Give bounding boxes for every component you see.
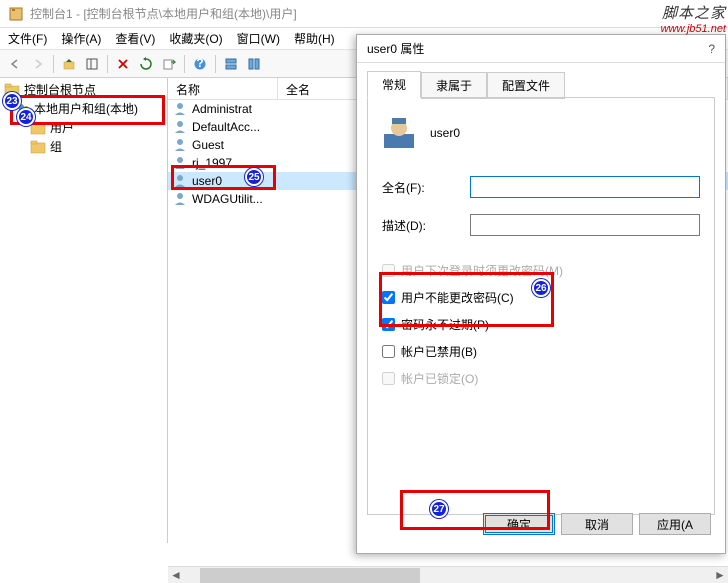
svg-text:?: ? [196,57,203,70]
check-never-expire[interactable]: 密码永不过期(P) [382,316,700,333]
checkbox-disabled[interactable] [382,345,395,358]
menu-help[interactable]: 帮助(H) [294,30,335,47]
check-label: 帐户已锁定(O) [401,370,478,387]
refresh-button[interactable] [135,53,157,75]
watermark-en: www.jb51.net [661,23,726,35]
watermark-cn: 脚本之家 [661,2,726,23]
tabpage-general: user0 全名(F): 描述(D): 用户下次登录时须更改密码(M) [367,97,715,515]
tree-groups[interactable]: 组 [2,137,165,156]
tile-v-button[interactable] [243,53,265,75]
checkbox-must-change [382,264,395,277]
tree-local-users-groups[interactable]: 本地用户和组(本地) [2,99,165,118]
tab-profile[interactable]: 配置文件 [487,72,565,99]
toolbar-sep [107,55,108,73]
tree-label: 本地用户和组(本地) [34,100,138,117]
tabstrip: 常规 隶属于 配置文件 [367,71,715,98]
menu-window[interactable]: 窗口(W) [237,30,280,47]
tab-general[interactable]: 常规 [367,71,421,98]
label-fullname: 全名(F): [382,179,462,196]
menu-fav[interactable]: 收藏夹(O) [169,30,222,47]
fullname-input[interactable] [470,176,700,198]
check-label: 密码永不过期(P) [401,316,489,333]
tab-memberof[interactable]: 隶属于 [421,72,487,99]
user-header: user0 [382,116,700,150]
nav-back-button[interactable] [4,53,26,75]
menu-action[interactable]: 操作(A) [61,30,101,47]
show-hide-button[interactable] [81,53,103,75]
delete-button[interactable] [112,53,134,75]
check-label: 用户下次登录时须更改密码(M) [401,262,563,279]
apply-button[interactable]: 应用(A [639,513,711,535]
user-icon [382,116,416,150]
check-disabled[interactable]: 帐户已禁用(B) [382,343,700,360]
check-cant-change[interactable]: 用户不能更改密码(C) [382,289,700,306]
app-icon [8,6,24,22]
scroll-thumb[interactable] [200,568,420,583]
field-desc: 描述(D): [382,214,700,236]
menu-file[interactable]: 文件(F) [8,30,47,47]
window-title: 控制台1 - [控制台根节点\本地用户和组(本地)\用户] [30,5,297,22]
check-label: 用户不能更改密码(C) [401,289,514,306]
dialog-titlebar: user0 属性 ? [357,35,725,63]
tree-root[interactable]: 控制台根节点 [2,80,165,99]
tree-panel[interactable]: 控制台根节点 本地用户和组(本地) 用户 组 [0,78,168,543]
tree-label: 组 [50,138,62,155]
tile-h-button[interactable] [220,53,242,75]
up-button[interactable] [58,53,80,75]
checkbox-never-expire[interactable] [382,318,395,331]
scroll-right-icon[interactable]: ► [712,567,728,583]
desc-input[interactable] [470,214,700,236]
tree-label: 控制台根节点 [24,81,96,98]
toolbar-sep [215,55,216,73]
check-must-change: 用户下次登录时须更改密码(M) [382,262,700,279]
properties-dialog: user0 属性 ? 常规 隶属于 配置文件 user0 全名(F): 描述(D… [356,34,726,554]
dialog-buttons: 确定 取消 应用(A [357,513,725,535]
check-label: 帐户已禁用(B) [401,343,477,360]
tree-label: 用户 [50,119,74,136]
username-label: user0 [430,126,460,140]
titlebar: 控制台1 - [控制台根节点\本地用户和组(本地)\用户] [0,0,728,28]
help-icon[interactable]: ? [708,42,715,56]
nav-forward-button[interactable] [27,53,49,75]
checkbox-locked [382,372,395,385]
mmc-window: 控制台1 - [控制台根节点\本地用户和组(本地)\用户] 文件(F) 操作(A… [0,0,728,583]
scrollbar-horizontal[interactable]: ◄ ► [168,566,728,583]
toolbar-sep [184,55,185,73]
dialog-title: user0 属性 [367,40,424,57]
checkbox-cant-change[interactable] [382,291,395,304]
watermark: 脚本之家 www.jb51.net [661,2,726,35]
check-locked: 帐户已锁定(O) [382,370,700,387]
col-name[interactable]: 名称 [168,78,278,99]
ok-button[interactable]: 确定 [483,513,555,535]
export-button[interactable] [158,53,180,75]
dialog-body: 常规 隶属于 配置文件 user0 全名(F): 描述(D): [357,63,725,553]
field-fullname: 全名(F): [382,176,700,198]
toolbar-sep [53,55,54,73]
scroll-left-icon[interactable]: ◄ [168,567,184,583]
tree-users[interactable]: 用户 [2,118,165,137]
menu-view[interactable]: 查看(V) [115,30,155,47]
cancel-button[interactable]: 取消 [561,513,633,535]
label-desc: 描述(D): [382,217,462,234]
help-button[interactable]: ? [189,53,211,75]
